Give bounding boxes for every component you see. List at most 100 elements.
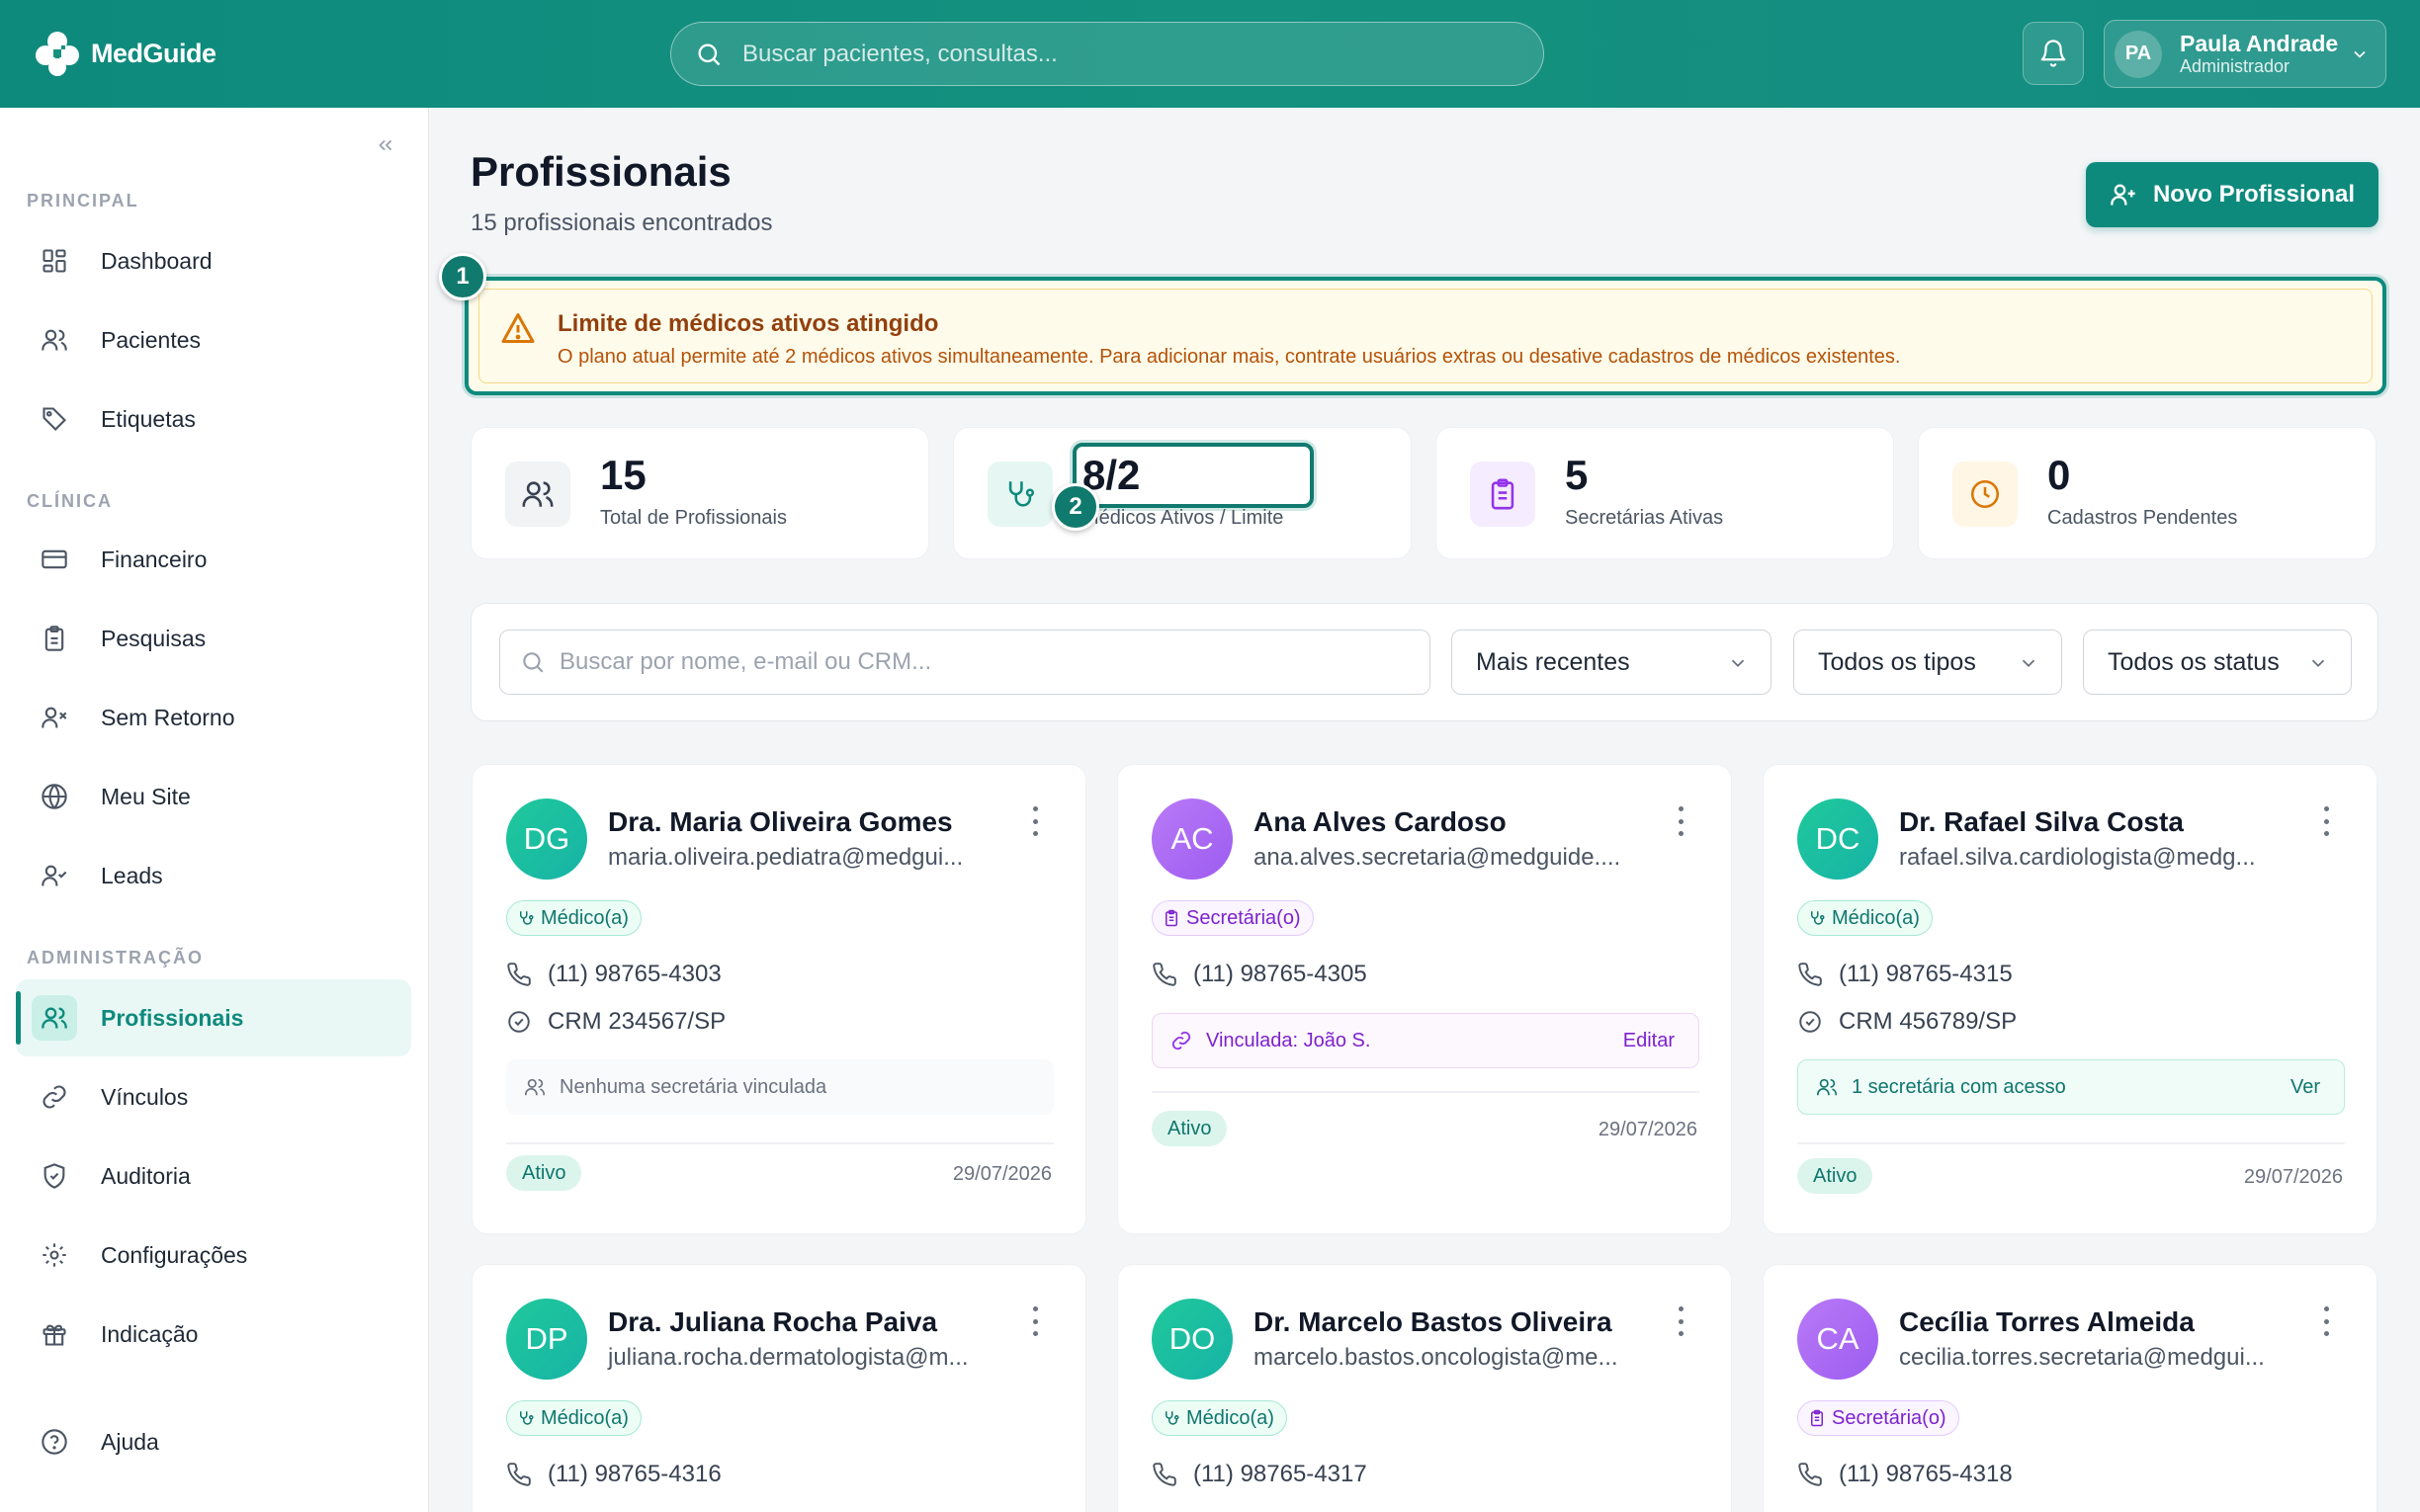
stat-value: 0 <box>2047 452 2071 498</box>
avatar: CA <box>1797 1299 1878 1380</box>
global-search-input[interactable]: Buscar pacientes, consultas... <box>670 22 1544 86</box>
app-logo[interactable]: MedGuide <box>32 26 216 81</box>
filter-bar: Buscar por nome, e-mail ou CRM... Mais r… <box>471 603 2378 721</box>
top-bar: MedGuide Buscar pacientes, consultas... … <box>0 0 2420 108</box>
sidebar-item-etiquetas[interactable]: Etiquetas <box>16 380 411 458</box>
professional-card[interactable]: DG Dra. Maria Oliveira Gomes maria.olive… <box>472 764 1086 1234</box>
user-menu-button[interactable]: PA Paula Andrade Administrador <box>2104 20 2386 88</box>
card-menu-button[interactable] <box>1676 1306 1685 1336</box>
users-icon <box>1817 1078 1837 1096</box>
professional-card[interactable]: DC Dr. Rafael Silva Costa rafael.silva.c… <box>1763 764 2377 1234</box>
sidebar-item-dashboard[interactable]: Dashboard <box>16 222 411 299</box>
chevron-down-icon <box>2354 50 2366 58</box>
role-tag-label: Médico(a) <box>1186 1406 1274 1429</box>
card-menu-button[interactable] <box>2321 1306 2331 1336</box>
phone-line: (11) 98765-4303 <box>506 961 722 988</box>
stat-icon-wrap <box>505 462 570 527</box>
status-select[interactable]: Todos os status <box>2083 630 2352 695</box>
card-menu-button[interactable] <box>1030 806 1040 836</box>
chevron-down-icon <box>1731 659 1745 668</box>
crm-text: CRM 456789/SP <box>1839 1008 2018 1035</box>
sidebar-item-ajuda[interactable]: Ajuda <box>16 1403 411 1480</box>
professional-email: cecilia.torres.secretaria@medgui... <box>1899 1344 2265 1371</box>
stethoscope-icon <box>520 911 534 925</box>
user-check-icon <box>42 865 67 886</box>
professional-search-input[interactable]: Buscar por nome, e-mail ou CRM... <box>499 630 1430 695</box>
role-tag-label: Médico(a) <box>541 906 629 929</box>
stat-card-total: 15 Total de Profissionais <box>471 427 929 559</box>
avatar: AC <box>1152 798 1233 880</box>
professional-card[interactable]: CA Cecília Torres Almeida cecilia.torres… <box>1763 1264 2377 1512</box>
card-menu-button[interactable] <box>1030 1306 1040 1336</box>
card-menu-button[interactable] <box>1676 806 1685 836</box>
gear-icon <box>43 1243 66 1267</box>
stat-label: Cadastros Pendentes <box>2047 507 2238 529</box>
view-secretaries-button[interactable]: Ver <box>2290 1076 2320 1099</box>
sidebar-item-indicacao[interactable]: Indicação <box>16 1296 411 1373</box>
avatar: DP <box>506 1299 587 1380</box>
sidebar-item-leads[interactable]: Leads <box>16 837 411 914</box>
professional-email: rafael.silva.cardiologista@medg... <box>1899 844 2256 871</box>
crm-line: CRM 456789/SP <box>1797 1008 2017 1036</box>
phone-line: (11) 98765-4315 <box>1797 961 2013 988</box>
new-professional-label: Novo Profissional <box>2152 181 2356 208</box>
sidebar-item-label: Pacientes <box>101 326 202 353</box>
phone-line: (11) 98765-4317 <box>1152 1461 1367 1488</box>
sidebar-item-profissionais[interactable]: Profissionais <box>16 979 411 1056</box>
sidebar-item-label: Financeiro <box>101 546 208 572</box>
page-subtitle: 15 profissionais encontrados <box>471 210 773 236</box>
professional-card[interactable]: AC Ana Alves Cardoso ana.alves.secretari… <box>1117 764 1732 1234</box>
card-date: 29/07/2026 <box>952 1163 1052 1185</box>
professional-card[interactable]: DP Dra. Juliana Rocha Paiva juliana.roch… <box>472 1264 1086 1512</box>
type-select[interactable]: Todos os tipos <box>1793 630 2062 695</box>
sidebar-item-pacientes[interactable]: Pacientes <box>16 301 411 378</box>
sidebar-item-label: Leads <box>101 862 163 888</box>
role-tag-label: Secretária(o) <box>1832 1406 1946 1429</box>
edit-link-button[interactable]: Editar <box>1623 1030 1675 1052</box>
professional-name: Dra. Maria Oliveira Gomes <box>608 806 953 837</box>
link-icon <box>43 1085 66 1109</box>
professional-email: maria.oliveira.pediatra@medgui... <box>608 844 964 871</box>
notifications-button[interactable] <box>2023 22 2084 85</box>
card-date: 29/07/2026 <box>2243 1166 2343 1188</box>
sidebar-item-configuracoes[interactable]: Configurações <box>16 1217 411 1294</box>
sidebar-item-label: Auditoria <box>101 1162 191 1189</box>
users-icon <box>42 329 67 351</box>
section-label-administracao: ADMINISTRAÇÃO <box>27 948 204 967</box>
phone-text: (11) 98765-4318 <box>1839 1461 2013 1487</box>
sidebar-item-label: Indicação <box>101 1320 199 1347</box>
role-tag: Secretária(o) <box>1797 1400 1959 1436</box>
role-tag-label: Médico(a) <box>541 1406 629 1429</box>
secretary-link-text: Nenhuma secretária vinculada <box>560 1075 827 1098</box>
professional-email: juliana.rocha.dermatologista@m... <box>608 1344 969 1371</box>
stethoscope-icon <box>1811 911 1825 925</box>
crm-line: CRM 234567/SP <box>506 1008 726 1036</box>
professional-name: Dr. Rafael Silva Costa <box>1899 806 2184 837</box>
sidebar-item-sem-retorno[interactable]: Sem Retorno <box>16 679 411 756</box>
global-search-placeholder: Buscar pacientes, consultas... <box>742 40 1058 67</box>
sidebar-item-vinculos[interactable]: Vínculos <box>16 1058 411 1135</box>
annotation-marker-1: 1 <box>439 253 486 300</box>
new-professional-button[interactable]: Novo Profissional <box>2086 162 2378 227</box>
section-label-clinica: CLÍNICA <box>27 491 113 511</box>
phone-icon <box>507 1463 531 1486</box>
type-select-value: Todos os tipos <box>1818 647 1976 676</box>
professional-card[interactable]: DO Dr. Marcelo Bastos Oliveira marcelo.b… <box>1117 1264 1732 1512</box>
sort-select[interactable]: Mais recentes <box>1451 630 1772 695</box>
collapse-sidebar-button[interactable] <box>366 126 405 165</box>
sidebar-item-pesquisas[interactable]: Pesquisas <box>16 600 411 677</box>
bell-icon <box>2040 40 2066 67</box>
role-tag-label: Médico(a) <box>1832 906 1920 929</box>
sidebar-item-financeiro[interactable]: Financeiro <box>16 521 411 598</box>
sidebar-item-label: Ajuda <box>101 1428 159 1455</box>
sidebar-item-meu-site[interactable]: Meu Site <box>16 758 411 835</box>
secretary-access-text: 1 secretária com acesso <box>1852 1075 2066 1098</box>
credit-card-icon <box>42 549 67 569</box>
role-tag: Médico(a) <box>506 900 642 936</box>
card-divider <box>506 1142 1054 1144</box>
badge-check-icon <box>1799 1011 1821 1033</box>
card-divider <box>1797 1142 2345 1144</box>
medguide-logo-icon <box>36 32 79 76</box>
card-menu-button[interactable] <box>2321 806 2331 836</box>
sidebar-item-auditoria[interactable]: Auditoria <box>16 1137 411 1215</box>
